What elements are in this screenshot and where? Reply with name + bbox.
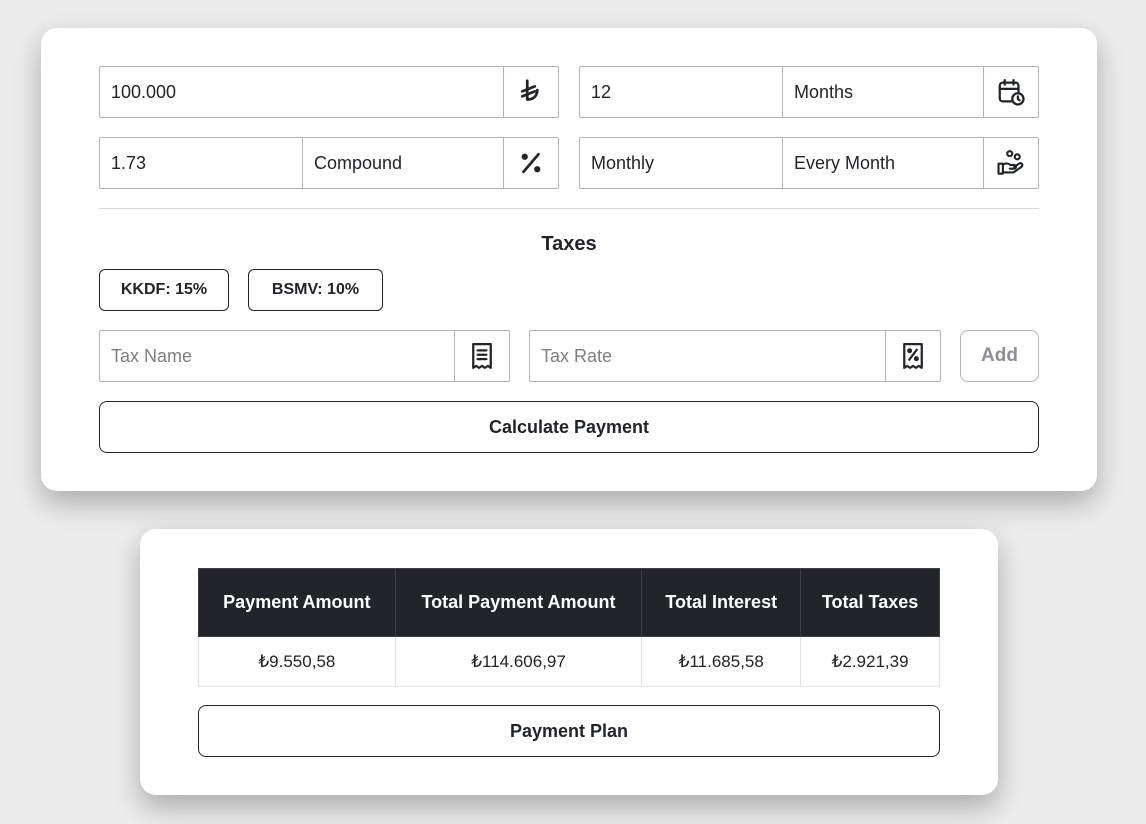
results-table: Payment Amount Total Payment Amount Tota… xyxy=(198,568,940,687)
hand-coins-icon xyxy=(983,138,1038,188)
header-total-taxes: Total Taxes xyxy=(800,568,940,637)
calendar-clock-icon xyxy=(983,67,1038,117)
loan-form-card: 100.000 12 Months 1.73 Compound Monthly … xyxy=(41,28,1097,491)
tax-rate-input[interactable]: Tax Rate xyxy=(530,331,885,381)
payment-plan-button[interactable]: Payment Plan xyxy=(198,705,940,757)
frequency-input-group: Monthly Every Month xyxy=(579,137,1039,189)
interest-rate-input[interactable]: 1.73 xyxy=(100,138,302,188)
percent-icon xyxy=(503,138,558,188)
term-input[interactable]: 12 xyxy=(580,67,782,117)
table-row: ₺9.550,58 ₺114.606,97 ₺11.685,58 ₺2.921,… xyxy=(198,636,940,687)
header-total-payment-amount: Total Payment Amount xyxy=(394,568,643,637)
header-total-interest: Total Interest xyxy=(641,568,802,637)
lira-icon xyxy=(503,67,558,117)
receipt-percent-icon xyxy=(885,331,940,381)
payment-period-select[interactable]: Monthly xyxy=(580,138,782,188)
taxes-title: Taxes xyxy=(541,233,597,255)
amount-input[interactable]: 100.000 xyxy=(100,67,503,117)
cell-total-taxes: ₺2.921,39 xyxy=(800,636,940,687)
divider xyxy=(99,208,1039,209)
payment-schedule-select[interactable]: Every Month xyxy=(782,138,983,188)
interest-type-select[interactable]: Compound xyxy=(302,138,503,188)
cell-total-payment-amount: ₺114.606,97 xyxy=(394,636,643,687)
tax-chip-kkdf[interactable]: KKDF: 15% xyxy=(99,269,229,311)
add-tax-button[interactable]: Add xyxy=(960,330,1039,382)
header-payment-amount: Payment Amount xyxy=(198,568,396,637)
calculate-payment-button[interactable]: Calculate Payment xyxy=(99,401,1039,453)
tax-name-input-group: Tax Name xyxy=(99,330,510,382)
receipt-icon xyxy=(454,331,509,381)
tax-rate-input-group: Tax Rate xyxy=(529,330,941,382)
rate-input-group: 1.73 Compound xyxy=(99,137,559,189)
results-card: Payment Amount Total Payment Amount Tota… xyxy=(140,529,998,795)
tax-chip-bsmv[interactable]: BSMV: 10% xyxy=(248,269,383,311)
amount-input-group: 100.000 xyxy=(99,66,559,118)
cell-total-interest: ₺11.685,58 xyxy=(641,636,802,687)
term-input-group: 12 Months xyxy=(579,66,1039,118)
term-unit-select[interactable]: Months xyxy=(782,67,983,117)
table-header-row: Payment Amount Total Payment Amount Tota… xyxy=(198,568,940,637)
tax-name-input[interactable]: Tax Name xyxy=(100,331,454,381)
cell-payment-amount: ₺9.550,58 xyxy=(198,636,396,687)
